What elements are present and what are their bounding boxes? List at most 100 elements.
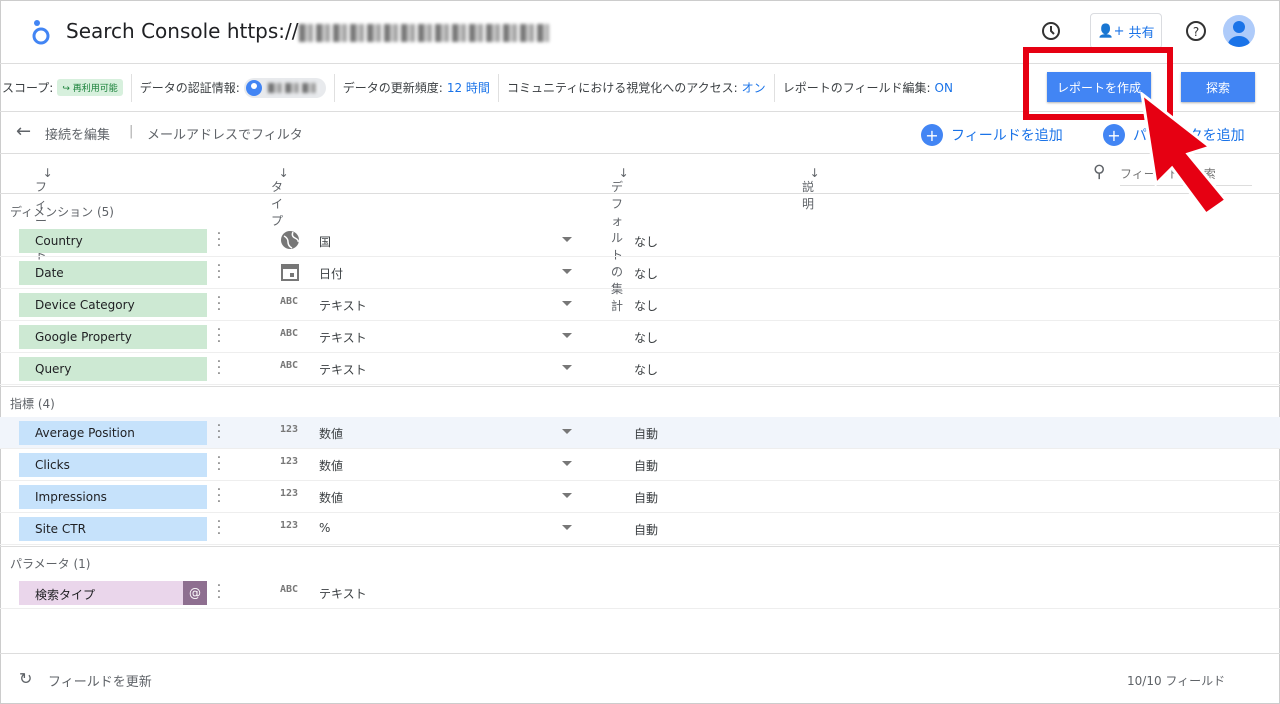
section-metrics: 指標 (4)	[10, 397, 55, 411]
field-name-chip[interactable]: Query	[19, 357, 207, 381]
field-name-chip[interactable]: Country	[19, 229, 207, 253]
field-row[interactable]: Clicks · · · 123 数値 自動	[0, 449, 1280, 481]
field-row[interactable]: Query · · · ABC テキスト なし	[0, 353, 1280, 385]
field-type[interactable]: 数値	[319, 425, 343, 442]
field-row[interactable]: Date · · · 日付 なし	[0, 257, 1280, 289]
field-row[interactable]: Site CTR · · · 123 % 自動	[0, 513, 1280, 545]
number-type-icon: 123	[280, 424, 299, 435]
field-type[interactable]: テキスト	[319, 585, 367, 602]
default-aggregation[interactable]: 自動	[634, 521, 658, 538]
section-dimensions: ディメンション (5)	[10, 205, 114, 219]
plus-icon: +	[921, 124, 943, 146]
col-field[interactable]: フィールド ↓	[35, 166, 53, 262]
more-options-icon[interactable]: · · ·	[214, 419, 224, 445]
more-options-icon[interactable]: · · ·	[214, 355, 224, 381]
help-icon[interactable]: ?	[1184, 13, 1208, 49]
plus-icon: +	[1103, 124, 1125, 146]
default-aggregation[interactable]: 自動	[634, 489, 658, 506]
chevron-down-icon[interactable]	[562, 461, 572, 466]
field-type[interactable]: テキスト	[319, 329, 367, 346]
more-options-icon[interactable]: · · ·	[214, 451, 224, 477]
svg-text:?: ?	[1193, 25, 1199, 39]
add-field-button[interactable]: + フィールドを追加	[921, 124, 1063, 146]
field-row[interactable]: Average Position · · · 123 数値 自動	[0, 417, 1280, 449]
field-type[interactable]: 国	[319, 233, 331, 250]
scope-chip[interactable]: ↪ 再利用可能	[57, 79, 123, 96]
field-name-chip[interactable]: Google Property	[19, 325, 207, 349]
field-row[interactable]: Impressions · · · 123 数値 自動	[0, 481, 1280, 513]
field-type[interactable]: 数値	[319, 489, 343, 506]
field-name-chip[interactable]: Clicks	[19, 453, 207, 477]
search-icon: ⚲	[1093, 162, 1106, 182]
chevron-down-icon[interactable]	[562, 493, 572, 498]
column-headers: フィールド ↓ タイプ ↓ デフォルトの集計 ↓ 説明 ↓ ⚲	[0, 154, 1280, 313]
field-type[interactable]: 日付	[319, 265, 343, 282]
edit-connection-link[interactable]: 接続を編集	[45, 124, 110, 143]
section-parameters: パラメータ (1)	[10, 557, 91, 571]
default-aggregation[interactable]: なし	[634, 329, 658, 346]
avatar[interactable]	[1223, 15, 1255, 47]
field-type[interactable]: テキスト	[319, 297, 367, 314]
back-arrow-icon[interactable]: ←	[16, 121, 31, 142]
more-options-icon[interactable]: · · ·	[214, 227, 224, 253]
field-type[interactable]: 数値	[319, 457, 343, 474]
field-type[interactable]: %	[319, 521, 330, 535]
share-button[interactable]: 👤+ 共有	[1090, 13, 1162, 49]
credentials-chip[interactable]	[243, 77, 326, 98]
field-row[interactable]: Google Property · · · ABC テキスト なし	[0, 321, 1280, 353]
more-options-icon[interactable]: · · ·	[214, 579, 224, 605]
chevron-down-icon[interactable]	[562, 365, 572, 370]
chevron-down-icon[interactable]	[562, 269, 572, 274]
field-row[interactable]: Device Category · · · ABC テキスト なし	[0, 289, 1280, 321]
col-description[interactable]: 説明 ↓	[802, 166, 820, 211]
field-row[interactable]: 検索タイプ @ · · · ABC テキスト	[0, 577, 1280, 609]
field-count: 10/10 フィールド	[1127, 674, 1226, 688]
chevron-down-icon[interactable]	[562, 525, 572, 530]
field-name-chip[interactable]: Site CTR	[19, 517, 207, 541]
freshness[interactable]: データの更新頻度: 12 時間	[335, 73, 499, 102]
history-icon[interactable]	[1038, 13, 1064, 49]
chevron-down-icon[interactable]	[562, 333, 572, 338]
section-divider	[0, 386, 1280, 387]
number-type-icon: 123	[280, 456, 299, 467]
text-type-icon: ABC	[280, 296, 299, 307]
chevron-down-icon[interactable]	[562, 237, 572, 242]
page-title: Search Console https://	[66, 19, 549, 43]
default-aggregation[interactable]: なし	[634, 233, 658, 250]
field-name-chip[interactable]: Date	[19, 261, 207, 285]
redacted-url	[298, 23, 549, 42]
refresh-icon[interactable]: ↻	[19, 669, 32, 688]
calendar-icon	[281, 264, 299, 281]
more-options-icon[interactable]: · · ·	[214, 515, 224, 541]
text-type-icon: ABC	[280, 584, 299, 595]
field-editing[interactable]: レポートのフィールド編集: ON	[775, 74, 961, 102]
divider: |	[129, 124, 134, 139]
refresh-fields-button[interactable]: フィールドを更新	[48, 671, 152, 690]
text-type-icon: ABC	[280, 360, 299, 371]
credentials: データの認証情報:	[132, 73, 335, 102]
scope-label: スコープ:	[2, 81, 54, 95]
annotation-arrow-icon	[1140, 92, 1229, 217]
more-options-icon[interactable]: · · ·	[214, 323, 224, 349]
user-icon	[245, 79, 262, 96]
field-name-chip[interactable]: 検索タイプ @	[19, 581, 207, 605]
field-name-chip[interactable]: Impressions	[19, 485, 207, 509]
default-aggregation[interactable]: 自動	[634, 457, 658, 474]
more-options-icon[interactable]: · · ·	[214, 291, 224, 317]
default-aggregation[interactable]: なし	[634, 361, 658, 378]
field-row[interactable]: Country · · · 国 なし	[0, 225, 1280, 257]
default-aggregation[interactable]: なし	[634, 265, 658, 282]
default-aggregation[interactable]: 自動	[634, 425, 658, 442]
chevron-down-icon[interactable]	[562, 429, 572, 434]
col-aggregation[interactable]: デフォルトの集計 ↓	[611, 166, 629, 313]
community-access[interactable]: コミュニティにおける視覚化へのアクセス: オン	[499, 73, 775, 102]
filter-by-email-link[interactable]: メールアドレスでフィルタ	[147, 124, 303, 143]
more-options-icon[interactable]: · · ·	[214, 483, 224, 509]
col-type[interactable]: タイプ ↓	[271, 166, 289, 228]
field-name-chip[interactable]: Device Category	[19, 293, 207, 317]
field-type[interactable]: テキスト	[319, 361, 367, 378]
default-aggregation[interactable]: なし	[634, 297, 658, 314]
chevron-down-icon[interactable]	[562, 301, 572, 306]
field-name-chip[interactable]: Average Position	[19, 421, 207, 445]
more-options-icon[interactable]: · · ·	[214, 259, 224, 285]
